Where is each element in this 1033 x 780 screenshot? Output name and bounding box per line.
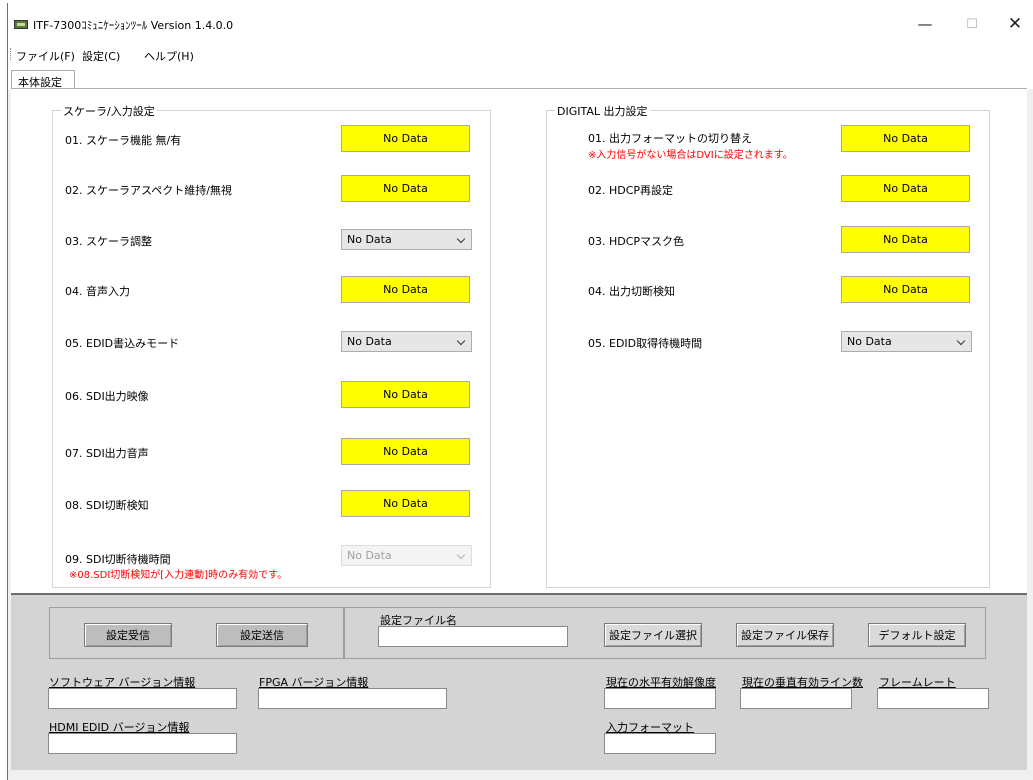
output-disconnect-detect-button[interactable]: No Data: [841, 276, 970, 303]
digital-row-1-label: 01. 出力フォーマットの切り替え: [588, 132, 752, 145]
hdmi-edid-version-field: [48, 733, 237, 754]
window-title: ITF-7300ｺﾐｭﾆｹｰｼｮﾝﾂｰﾙ Version 1.4.0.0: [33, 19, 234, 32]
audio-input-button[interactable]: No Data: [341, 276, 470, 303]
edid-write-mode-select[interactable]: No Data: [341, 331, 472, 352]
scaler-row-8-label: 08. SDI切断検知: [65, 499, 149, 512]
scaler-row-5-label: 05. EDID書込みモード: [65, 337, 180, 350]
dvi-note: ※入力信号がない場合はDVIに設定されます。: [588, 150, 793, 161]
digital-row-2-label: 02. HDCP再設定: [588, 184, 674, 197]
frame-rate-field: [877, 688, 989, 709]
maximize-button[interactable]: ☐: [952, 11, 992, 37]
sdi-disconnect-wait-value: No Data: [347, 549, 392, 562]
chevron-down-icon: [956, 336, 966, 346]
tab-main-settings[interactable]: 本体設定: [11, 70, 75, 90]
h-resolution-field: [604, 688, 716, 709]
tab-strip: 本体設定: [8, 65, 1033, 90]
output-format-button[interactable]: No Data: [841, 125, 970, 152]
send-settings-button[interactable]: 設定送信: [216, 623, 308, 647]
digital-row-4-label: 04. 出力切断検知: [588, 285, 675, 298]
save-file-button[interactable]: 設定ファイル保存: [736, 623, 834, 647]
menu-help[interactable]: ヘルプ(H): [144, 48, 194, 64]
input-format-field: [604, 733, 716, 754]
scaler-row-1-label: 01. スケーラ機能 無/有: [65, 134, 182, 147]
chevron-down-icon: [456, 550, 466, 560]
sdi-output-video-button[interactable]: No Data: [341, 381, 470, 408]
scaler-row-4-label: 04. 音声入力: [65, 285, 130, 298]
digital-row-3-label: 03. HDCPマスク色: [588, 235, 685, 248]
menu-grip-icon: [10, 48, 12, 60]
receive-settings-button[interactable]: 設定受信: [84, 623, 172, 647]
app-icon: [14, 20, 28, 29]
tab-content: スケーラ/入力設定 01. スケーラ機能 無/有 No Data 02. スケー…: [11, 88, 1027, 593]
fpga-version-field: [258, 688, 447, 709]
scaler-adjust-select[interactable]: No Data: [341, 229, 472, 250]
file-name-input[interactable]: [378, 626, 568, 647]
status-bar: [8, 770, 1033, 780]
default-settings-button[interactable]: デフォルト設定: [868, 623, 966, 647]
scaler-row-2-label: 02. スケーラアスペクト維持/無視: [65, 184, 232, 197]
minimize-button[interactable]: —: [905, 11, 945, 37]
bottom-panel: 設定受信 設定送信 設定ファイル名 設定ファイル選択 設定ファイル保存 デフォル…: [11, 593, 1027, 770]
sdi-wait-note: ※08.SDI切断検知が[入力連動]時のみ有効です。: [69, 570, 288, 581]
hdcp-mask-color-button[interactable]: No Data: [841, 226, 970, 253]
edid-write-mode-value: No Data: [347, 335, 392, 348]
digital-row-5-label: 05. EDID取得待機時間: [588, 337, 703, 350]
menu-settings[interactable]: 設定(C): [82, 48, 120, 64]
select-file-button[interactable]: 設定ファイル選択: [604, 623, 702, 647]
scaler-row-9-label: 09. SDI切断待機時間: [65, 553, 171, 566]
scaler-group-title: スケーラ/入力設定: [61, 103, 157, 119]
scaler-adjust-value: No Data: [347, 233, 392, 246]
title-bar: ITF-7300ｺﾐｭﾆｹｰｼｮﾝﾂｰﾙ Version 1.4.0.0 — ☐…: [8, 3, 1033, 43]
sdi-disconnect-detect-button[interactable]: No Data: [341, 490, 470, 517]
scaler-row-3-label: 03. スケーラ調整: [65, 235, 152, 248]
hdcp-reset-button[interactable]: No Data: [841, 175, 970, 202]
scaler-row-6-label: 06. SDI出力映像: [65, 390, 149, 403]
v-lines-field: [740, 688, 852, 709]
scaler-function-button[interactable]: No Data: [341, 125, 470, 152]
edid-wait-time-value: No Data: [847, 335, 892, 348]
scaler-row-7-label: 07. SDI出力音声: [65, 447, 149, 460]
chevron-down-icon: [456, 234, 466, 244]
menu-bar: ファイル(F) 設定(C) ヘルプ(H): [8, 43, 1033, 65]
software-version-field: [48, 688, 237, 709]
menu-file[interactable]: ファイル(F): [16, 48, 75, 64]
edid-wait-time-select[interactable]: No Data: [841, 331, 972, 352]
close-button[interactable]: ✕: [995, 11, 1033, 37]
sdi-disconnect-wait-select: No Data: [341, 545, 472, 566]
sdi-output-audio-button[interactable]: No Data: [341, 438, 470, 465]
scaler-aspect-button[interactable]: No Data: [341, 175, 470, 202]
chevron-down-icon: [456, 336, 466, 346]
digital-group-title: DIGITAL 出力設定: [555, 103, 650, 119]
app-window: ITF-7300ｺﾐｭﾆｹｰｼｮﾝﾂｰﾙ Version 1.4.0.0 — ☐…: [7, 3, 1033, 780]
